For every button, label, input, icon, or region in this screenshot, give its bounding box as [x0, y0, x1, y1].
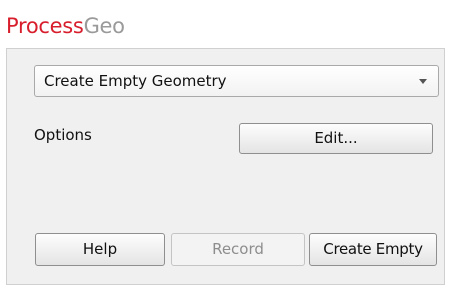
- operation-select[interactable]: Create Empty Geometry: [34, 65, 439, 97]
- app-title-accent: Process: [6, 14, 84, 38]
- app-title: ProcessGeo: [6, 12, 125, 40]
- record-button: Record: [171, 233, 305, 266]
- edit-button[interactable]: Edit...: [239, 123, 433, 154]
- process-panel: Create Empty Geometry Options Edit... He…: [6, 48, 445, 285]
- app-title-rest: Geo: [83, 14, 125, 38]
- help-button[interactable]: Help: [35, 233, 165, 266]
- operation-select-value: Create Empty Geometry: [44, 72, 227, 90]
- create-empty-button[interactable]: Create Empty: [309, 233, 437, 266]
- options-label: Options: [34, 126, 92, 144]
- chevron-down-icon: [419, 79, 427, 84]
